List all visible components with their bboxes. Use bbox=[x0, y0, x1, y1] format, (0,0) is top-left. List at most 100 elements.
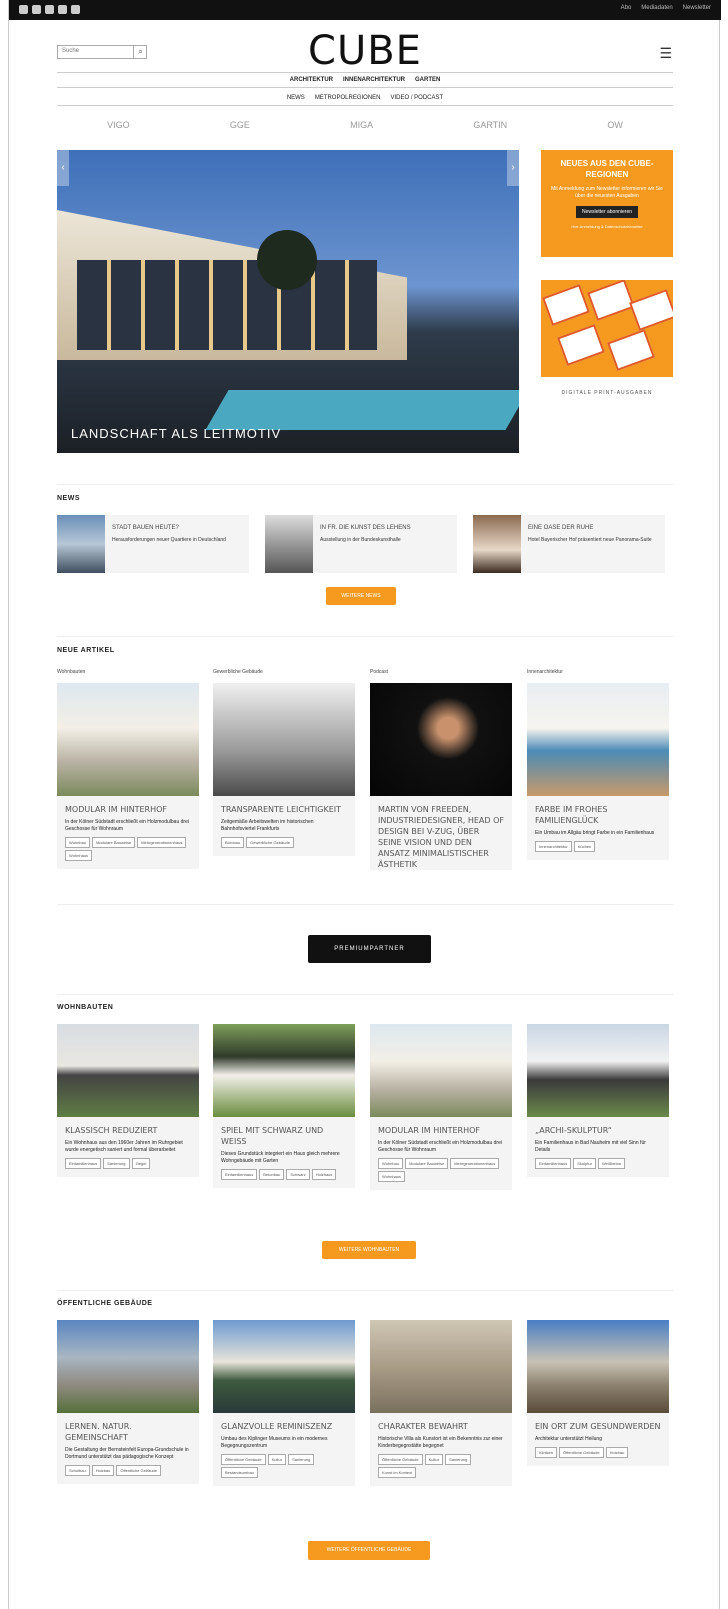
tag[interactable]: Modulare Bauweise bbox=[92, 837, 136, 848]
tag[interactable]: Sanierung bbox=[103, 1158, 130, 1169]
tag[interactable]: Schulbau bbox=[65, 1465, 90, 1476]
tag[interactable]: Einfamilienhaus bbox=[221, 1169, 258, 1180]
magazine-caption[interactable]: DIGITALE PRINT-AUSGABEN bbox=[541, 390, 673, 396]
linkedin-icon[interactable] bbox=[58, 5, 67, 14]
tag[interactable]: Sanierung bbox=[288, 1454, 315, 1465]
tag-list: Öffentliche Gebäude Kultur Sanierung Bes… bbox=[213, 1450, 355, 1486]
tag[interactable]: Kultur bbox=[424, 1454, 444, 1465]
slider-next-icon[interactable]: › bbox=[507, 150, 519, 186]
article-category[interactable]: Wohnbauten bbox=[57, 669, 85, 675]
partner-logos: VIGO GGE MIGA GARTIN OW bbox=[57, 120, 673, 130]
article-card[interactable]: TRANSPARENTE LEICHTIGKEIT Zeitgemäße Arb… bbox=[213, 683, 355, 856]
top-link-newsletter[interactable]: Newsletter bbox=[683, 5, 711, 11]
tag[interactable]: Ziegel bbox=[131, 1158, 151, 1169]
tag-list: Innenarchitektur Küchen bbox=[527, 837, 669, 860]
tag[interactable]: Mehrgenerationenhaus bbox=[137, 837, 187, 848]
partner-logo[interactable]: MIGA bbox=[350, 120, 373, 130]
tag[interactable]: Skulptur bbox=[573, 1158, 596, 1169]
tag[interactable]: Einfamilienhaus bbox=[65, 1158, 102, 1169]
article-card[interactable]: GLANZVOLLE REMINISZENZ Umbau des Kipling… bbox=[213, 1320, 355, 1486]
article-image bbox=[213, 1320, 355, 1413]
article-category[interactable]: Gewerbliche Gebäude bbox=[213, 669, 263, 675]
tag[interactable]: Bürobau bbox=[221, 837, 245, 848]
promo-note[interactable]: Hier Anmeldung & Datenschutzhinweise bbox=[547, 224, 667, 229]
tag[interactable]: Innenarchitektur bbox=[535, 841, 572, 852]
tag[interactable]: Weißbeton bbox=[597, 1158, 626, 1169]
menu-icon[interactable]: ☰ bbox=[659, 45, 672, 62]
tag[interactable]: Bestandsumbau bbox=[221, 1467, 258, 1478]
nav-item-garten[interactable]: GARTEN bbox=[415, 77, 440, 83]
tag[interactable]: Holzbau bbox=[91, 1465, 115, 1476]
article-card[interactable]: FARBE IM FROHES FAMILIENGLÜCK Ein Umbau … bbox=[527, 683, 669, 860]
site-logo[interactable]: CUBE bbox=[9, 28, 721, 74]
news-headline: EINE OASE DER RUHE bbox=[528, 525, 594, 531]
magazine-cover bbox=[587, 280, 635, 321]
news-item[interactable]: EINE OASE DER RUHE Hotel Bayerischer Hof… bbox=[473, 515, 665, 573]
top-link-abo[interactable]: Abo bbox=[621, 5, 632, 11]
tag[interactable]: Küchen bbox=[573, 841, 596, 852]
tag[interactable]: Holzbau bbox=[605, 1447, 629, 1458]
newsletter-button[interactable]: Newsletter abonnieren bbox=[575, 206, 639, 218]
article-card[interactable]: KLASSISCH REDUZIERT Ein Wohnhaus aus den… bbox=[57, 1024, 199, 1177]
article-category[interactable]: Podcast bbox=[370, 669, 388, 675]
magazine-cover bbox=[557, 324, 605, 366]
tag[interactable]: Modulare Bauweise bbox=[405, 1158, 449, 1169]
instagram-icon[interactable] bbox=[45, 5, 54, 14]
tag[interactable]: Kunst im Kontext bbox=[378, 1467, 417, 1478]
pinterest-icon[interactable] bbox=[71, 5, 80, 14]
nav-item-news[interactable]: NEWS bbox=[287, 95, 305, 101]
tag[interactable]: Öffentliche Gebäude bbox=[559, 1447, 604, 1458]
tag[interactable]: Wohnhaus bbox=[378, 1171, 406, 1182]
magazine-image[interactable] bbox=[541, 280, 673, 377]
tag[interactable]: Öffentliche Gebäude bbox=[378, 1454, 423, 1465]
premium-partner-button[interactable]: PREMIUMPARTNER bbox=[308, 935, 431, 963]
hero-slider[interactable]: LANDSCHAFT ALS LEITMOTIV bbox=[57, 150, 519, 453]
nav-item-video-podcast[interactable]: VIDEO / PODCAST bbox=[391, 95, 444, 101]
article-card[interactable]: EIN ORT ZUM GESUNDWERDEN Architektur unt… bbox=[527, 1320, 669, 1466]
facebook-icon[interactable] bbox=[19, 5, 28, 14]
youtube-icon[interactable] bbox=[32, 5, 41, 14]
news-item[interactable]: STADT BAUEN HEUTE? Herausforderungen neu… bbox=[57, 515, 249, 573]
tag[interactable]: Wohnbau bbox=[378, 1158, 404, 1169]
article-card[interactable]: MODULAR IM HINTERHOF In der Kölner Südst… bbox=[370, 1024, 512, 1190]
tag[interactable]: Öffentliche Gebäude bbox=[116, 1465, 161, 1476]
article-text: In der Kölner Südstadt erschließt ein Ho… bbox=[65, 819, 189, 832]
article-card[interactable]: SPIEL MIT SCHWARZ UND WEISS Dieses Grund… bbox=[213, 1024, 355, 1188]
tag[interactable]: Holzhaus bbox=[311, 1169, 337, 1180]
nav-item-metropolregionen[interactable]: METROPOLREGIONEN bbox=[315, 95, 381, 101]
slider-prev-icon[interactable]: ‹ bbox=[57, 150, 69, 186]
partner-logo[interactable]: GGE bbox=[230, 120, 250, 130]
news-headline: IN FR. DIE KUNST DES LEHENS bbox=[320, 525, 411, 531]
tag[interactable]: Wohnhaus bbox=[65, 850, 93, 861]
nav-item-architektur[interactable]: ARCHITEKTUR bbox=[290, 77, 333, 83]
hero-caption[interactable]: LANDSCHAFT ALS LEITMOTIV bbox=[71, 426, 281, 441]
tag[interactable]: Wohnbau bbox=[65, 837, 91, 848]
partner-logo[interactable]: GARTIN bbox=[473, 120, 507, 130]
more-public-buildings-button[interactable]: WEITERE ÖFFENTLICHE GEBÄUDE bbox=[308, 1541, 430, 1560]
article-card[interactable]: MODULAR IM HINTERHOF In der Kölner Südst… bbox=[57, 683, 199, 869]
tag[interactable]: Sanierung bbox=[445, 1454, 472, 1465]
news-item[interactable]: IN FR. DIE KUNST DES LEHENS Ausstellung … bbox=[265, 515, 457, 573]
article-card[interactable]: MARTIN VON FREEDEN, INDUSTRIEDESIGNER, H… bbox=[370, 683, 512, 870]
tag[interactable]: Kliniken bbox=[535, 1447, 558, 1458]
news-image bbox=[57, 515, 105, 573]
partner-logo[interactable]: VIGO bbox=[107, 120, 130, 130]
more-wohnbauten-button[interactable]: WEITERE WOHNBAUTEN bbox=[322, 1241, 416, 1259]
tag[interactable]: Mehrgenerationenhaus bbox=[450, 1158, 500, 1169]
article-card[interactable]: LERNEN. NATUR. GEMEINSCHAFT Die Gestaltu… bbox=[57, 1320, 199, 1484]
tag[interactable]: Gewerbliche Gebäude bbox=[246, 837, 294, 848]
tag[interactable]: Kultur bbox=[267, 1454, 287, 1465]
partner-logo[interactable]: OW bbox=[607, 120, 623, 130]
top-link-mediadaten[interactable]: Mediadaten bbox=[641, 5, 672, 11]
nav-item-innenarchitektur[interactable]: INNENARCHITEKTUR bbox=[343, 77, 405, 83]
article-card[interactable]: „ARCHI-SKULPTUR“ Ein Familienhaus in Bad… bbox=[527, 1024, 669, 1177]
article-card[interactable]: CHARAKTER BEWAHRT Historische Villa als … bbox=[370, 1320, 512, 1486]
tag[interactable]: Betonbau bbox=[259, 1169, 285, 1180]
article-category[interactable]: Innenarchitektur bbox=[527, 669, 563, 675]
tag[interactable]: Einfamilienhaus bbox=[535, 1158, 572, 1169]
divider bbox=[57, 636, 673, 637]
tag[interactable]: Schwarz bbox=[286, 1169, 310, 1180]
more-news-button[interactable]: WEITERE NEWS bbox=[326, 587, 396, 605]
tag[interactable]: Öffentliche Gebäude bbox=[221, 1454, 266, 1465]
article-headline: KLASSISCH REDUZIERT bbox=[65, 1126, 158, 1135]
